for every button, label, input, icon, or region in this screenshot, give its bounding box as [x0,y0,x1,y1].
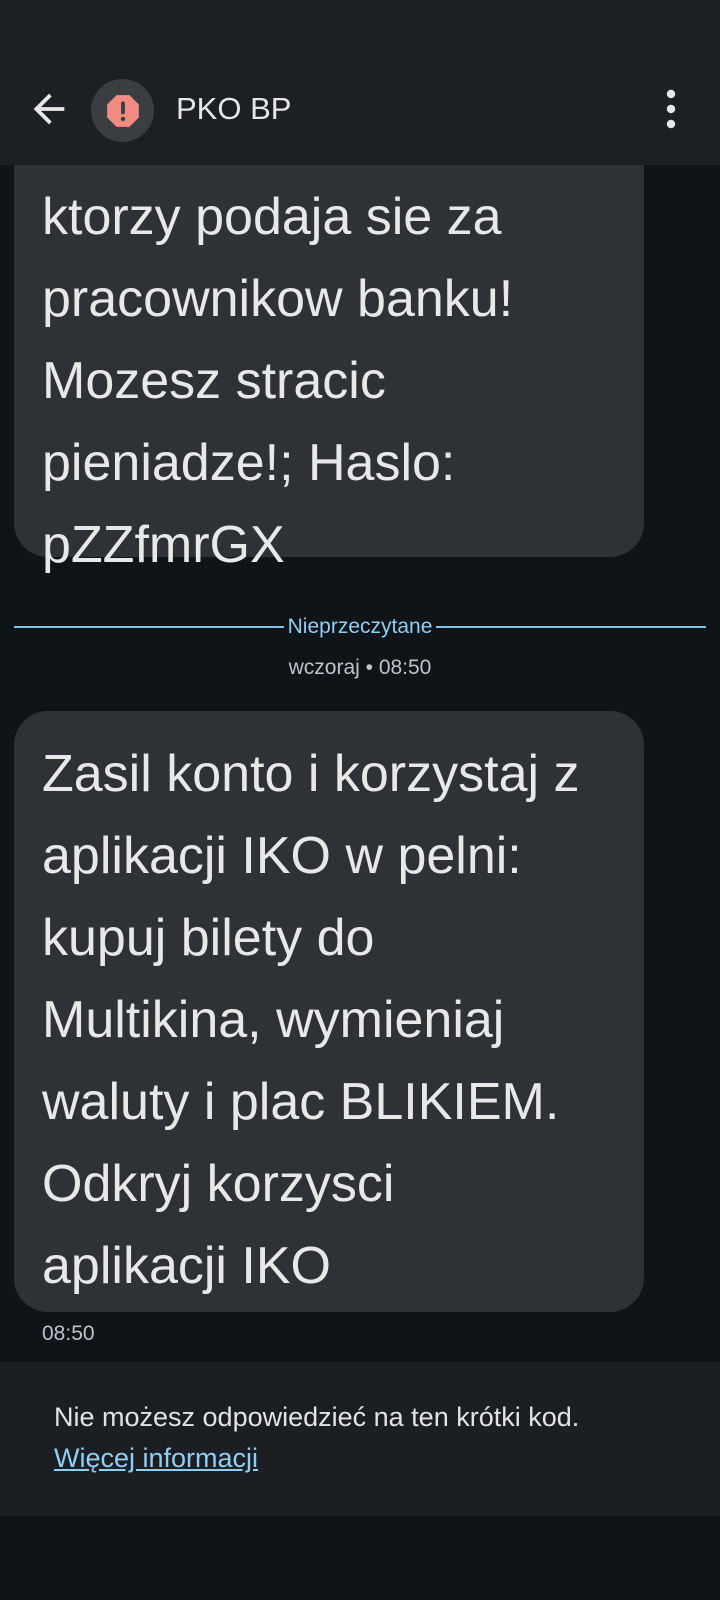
message-line: ktorzy podaja sie za [42,188,502,246]
message-line: Zasil konto i korzystaj z [42,745,580,803]
reply-disabled-panel: Nie możesz odpowiedzieć na ten krótki ko… [0,1362,720,1516]
message-line: aplikacji IKO w pelni: [42,827,522,885]
more-info-link[interactable]: Więcej informacji [54,1443,258,1474]
reply-disabled-notice: Nie możesz odpowiedzieć na ten krótki ko… [54,1402,580,1432]
arrow-back-icon [33,93,65,125]
message-line: pracownikow banku! [42,270,514,328]
message-line: aplikacji IKO [42,1237,331,1295]
message-line: Mozesz stracic [42,352,386,410]
conversation-screen: ktorzy podaja sie za pracownikow banku! … [0,0,720,1600]
message-line: Odkryj korzysci [42,1155,395,1213]
contact-name[interactable]: PKO BP [176,91,291,127]
divider-rule-right [436,626,707,628]
top-app-bar: PKO BP [0,0,720,165]
message-line: pieniadze!; Haslo: [42,434,456,492]
message-line: waluty i plac BLIKIEM. [42,1073,560,1131]
divider-rule-left [14,626,284,628]
unread-divider: Nieprzeczytane [14,614,707,640]
message-bubble[interactable]: Zasil konto i korzystaj z aplikacji IKO … [14,711,644,1312]
avatar[interactable] [91,79,154,142]
more-vert-icon [666,89,676,129]
message-line: pZZfmrGX [42,516,285,574]
message-line: kupuj bilety do [42,909,375,967]
message-line: Multikina, wymieniaj [42,991,505,1049]
date-separator: wczoraj • 08:50 [288,656,432,679]
back-button[interactable] [26,86,72,132]
alert-octagon-icon [106,94,139,127]
more-options-button[interactable] [656,88,686,130]
message-timestamp: 08:50 [42,1322,95,1345]
unread-label: Nieprzeczytane [287,615,433,638]
message-bubble[interactable]: ktorzy podaja sie za pracownikow banku! … [14,120,644,574]
